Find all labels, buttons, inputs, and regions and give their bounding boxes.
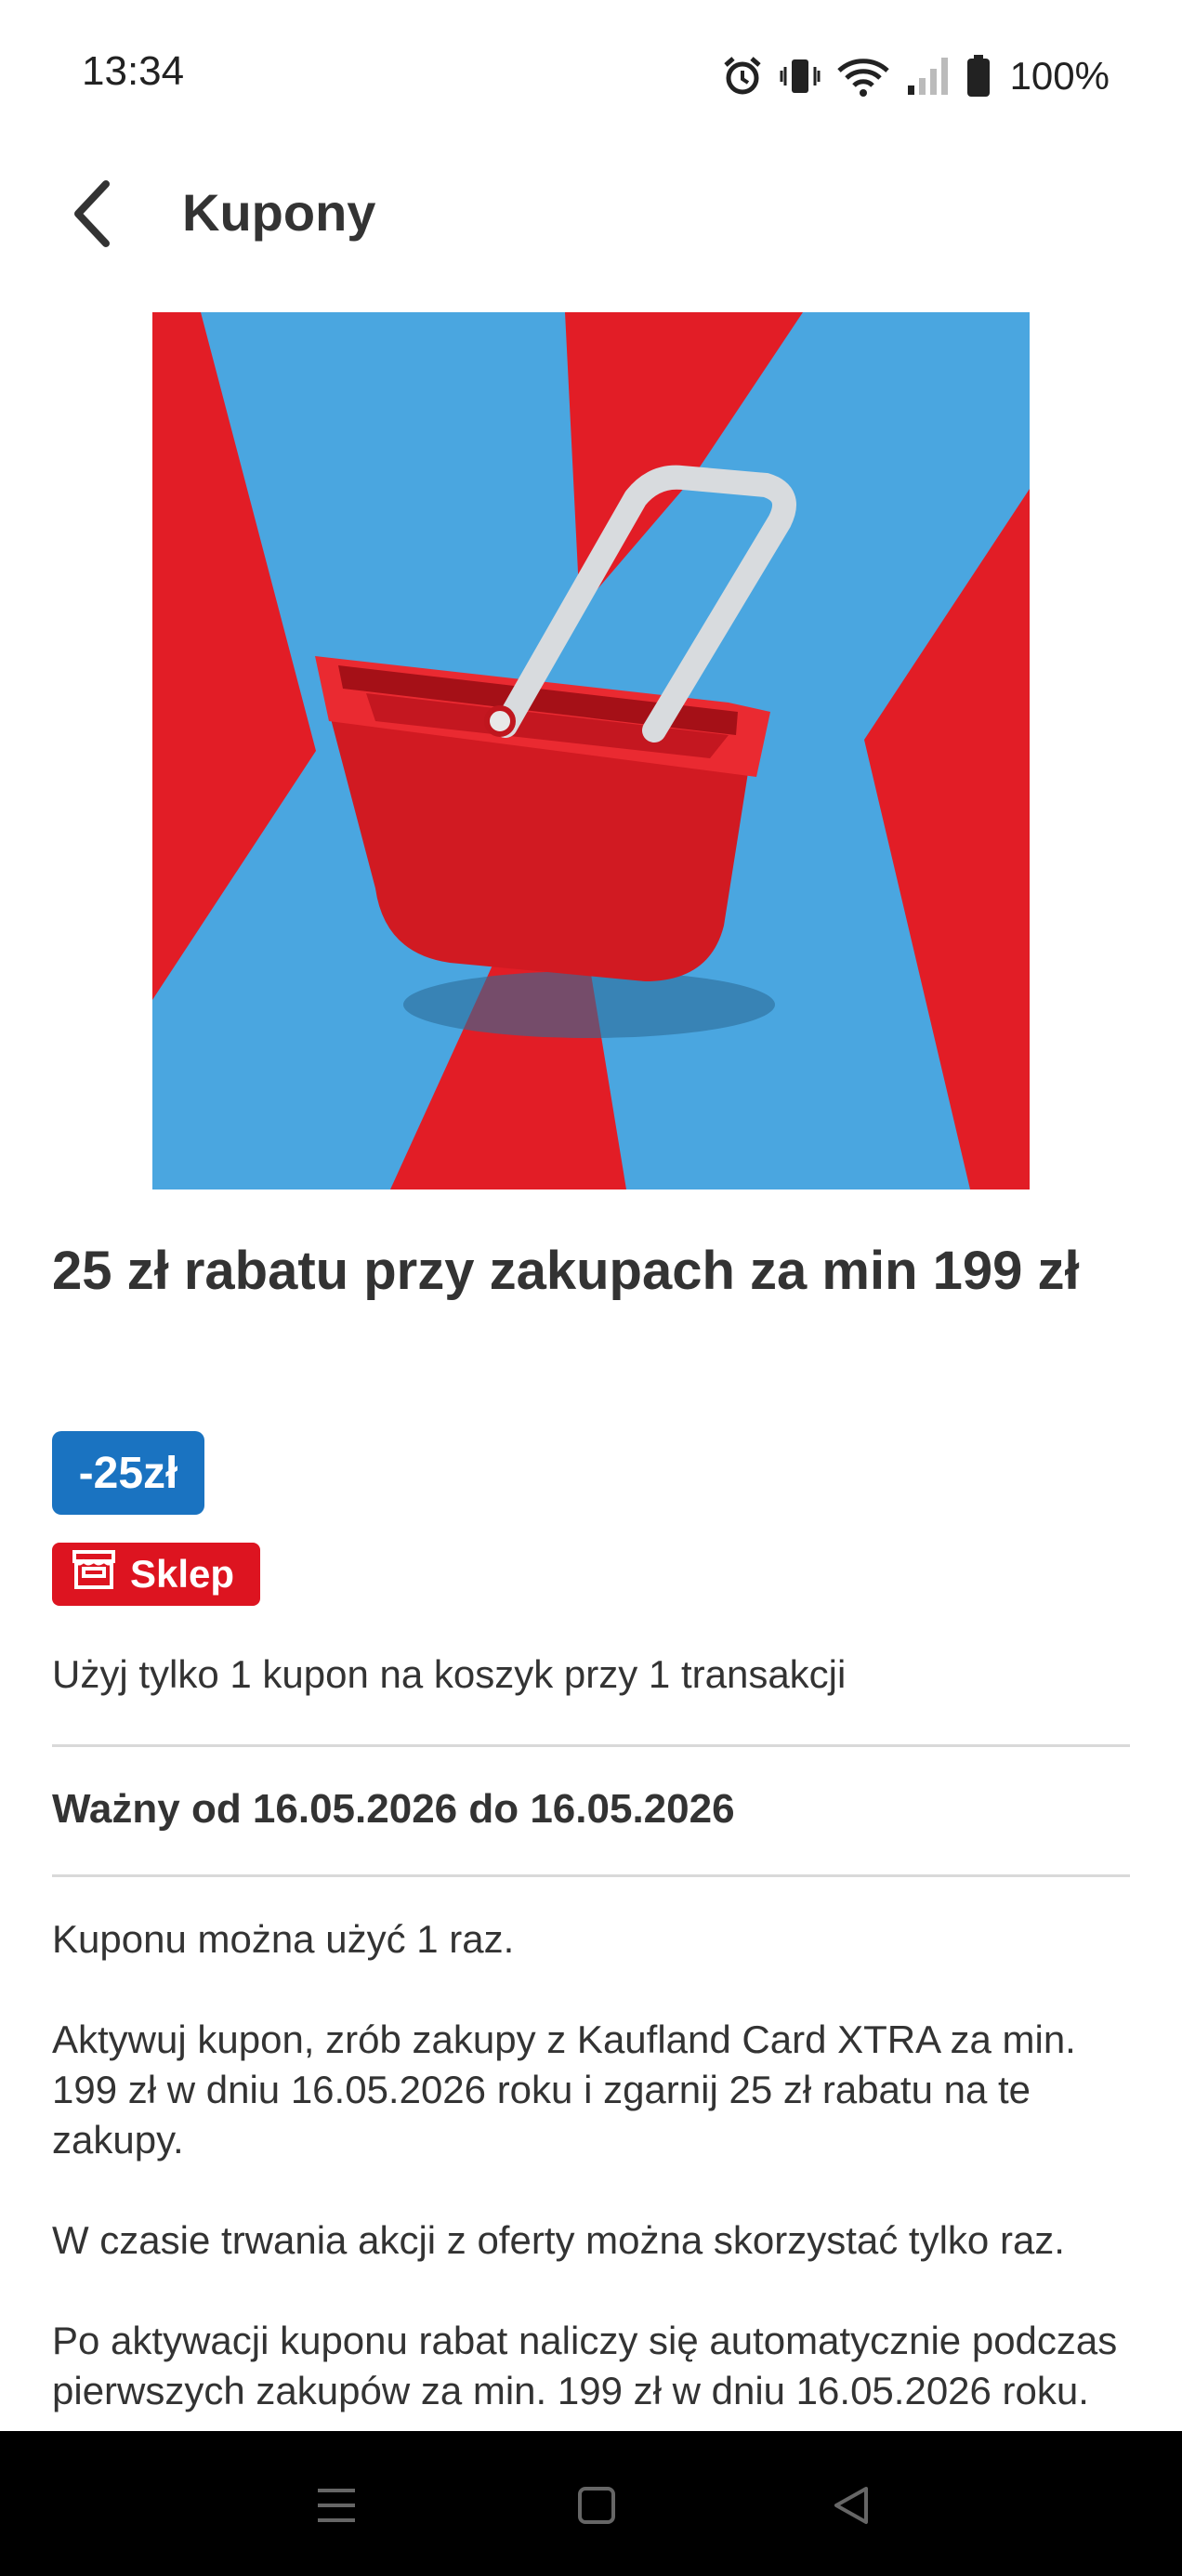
vibrate-icon xyxy=(780,54,821,99)
menu-button[interactable] xyxy=(299,2468,374,2543)
validity-dates: Ważny od 16.05.2026 do 16.05.2026 xyxy=(52,1786,735,1832)
alarm-icon xyxy=(720,54,765,99)
coupon-image xyxy=(152,312,1030,1189)
description-paragraph: Aktywuj kupon, zrób zakupy z Kaufland Ca… xyxy=(52,2017,1076,2162)
status-time: 13:34 xyxy=(82,48,185,94)
coupon-description: Kuponu można użyć 1 raz. Aktywuj kupon, … xyxy=(52,1914,1139,2466)
status-icons: 100% xyxy=(720,48,1110,104)
description-paragraph: Kuponu można użyć 1 raz. xyxy=(52,1917,515,1961)
home-icon xyxy=(578,2487,615,2524)
system-back-button[interactable] xyxy=(814,2468,888,2543)
description-paragraph: W czasie trwania akcji z oferty można sk… xyxy=(52,2218,1065,2262)
system-nav-bar xyxy=(0,2431,1182,2576)
store-badge: Sklep xyxy=(52,1543,260,1606)
divider xyxy=(52,1744,1130,1747)
back-icon xyxy=(834,2487,868,2524)
back-button[interactable] xyxy=(56,177,130,251)
description-paragraph: Po aktywacji kuponu rabat naliczy się au… xyxy=(52,2319,1118,2412)
coupon-title: 25 zł rabatu przy zakupach za min 199 zł xyxy=(52,1241,1080,1301)
wifi-icon xyxy=(835,54,891,99)
divider xyxy=(52,1874,1130,1877)
status-bar: 13:34 100% xyxy=(0,0,1182,149)
app-bar: Kupony xyxy=(0,149,1182,279)
store-icon xyxy=(71,1548,117,1600)
battery-percent: 100% xyxy=(1009,54,1110,98)
home-button[interactable] xyxy=(559,2468,634,2543)
usage-note: Użyj tylko 1 kupon na koszyk przy 1 tran… xyxy=(52,1652,847,1696)
back-arrow-icon xyxy=(74,180,110,247)
signal-icon xyxy=(906,54,951,99)
store-badge-label: Sklep xyxy=(130,1552,235,1596)
battery-icon xyxy=(965,54,992,99)
discount-badge: -25zł xyxy=(52,1431,204,1515)
page-title: Kupony xyxy=(182,183,376,242)
menu-icon xyxy=(318,2489,355,2522)
